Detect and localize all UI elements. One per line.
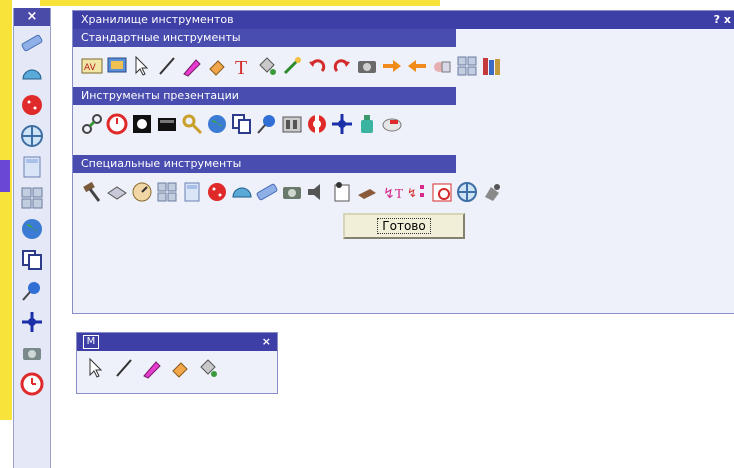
section-standard-header: Стандартные инструменты bbox=[73, 29, 456, 47]
ruler-icon[interactable] bbox=[19, 30, 45, 56]
special-tools-row: ↯T ↯ bbox=[73, 173, 734, 211]
globe-icon[interactable] bbox=[206, 113, 228, 135]
grid-icon[interactable] bbox=[156, 181, 178, 203]
eraser-icon[interactable] bbox=[169, 357, 191, 379]
camera-icon[interactable] bbox=[281, 181, 303, 203]
text-style-icon[interactable]: AV bbox=[81, 55, 103, 77]
link-icon[interactable] bbox=[81, 113, 103, 135]
eraser-pad-icon[interactable] bbox=[106, 181, 128, 203]
side-toolbar: × bbox=[13, 8, 51, 468]
pages-icon[interactable] bbox=[231, 113, 253, 135]
calculator-icon[interactable] bbox=[181, 181, 203, 203]
grid-icon[interactable] bbox=[456, 55, 478, 77]
eraser-icon[interactable] bbox=[206, 55, 228, 77]
dice-icon[interactable] bbox=[206, 181, 228, 203]
pages-icon[interactable] bbox=[19, 247, 45, 273]
pen-icon[interactable] bbox=[156, 55, 178, 77]
mini-toolbar-titlebar: M × bbox=[77, 333, 277, 351]
window-title: Хранилище инструментов bbox=[81, 13, 234, 26]
select-arrow-icon[interactable] bbox=[85, 357, 107, 379]
mini-toolbar-label[interactable]: M bbox=[83, 335, 99, 349]
mini-toolbar-close-button[interactable]: × bbox=[262, 333, 271, 351]
highlighter-icon[interactable] bbox=[181, 55, 203, 77]
svg-text:↯T: ↯T bbox=[383, 187, 403, 202]
dial-icon[interactable] bbox=[131, 181, 153, 203]
hammer-icon[interactable] bbox=[81, 181, 103, 203]
lifebuoy-icon[interactable] bbox=[306, 113, 328, 135]
compass-icon[interactable] bbox=[456, 181, 478, 203]
note-icon[interactable] bbox=[331, 181, 353, 203]
fill-bucket-icon[interactable] bbox=[197, 357, 219, 379]
arrow-left-icon[interactable] bbox=[406, 55, 428, 77]
grid-icon[interactable] bbox=[19, 185, 45, 211]
select-arrow-icon[interactable] bbox=[131, 55, 153, 77]
left-accent-strip bbox=[0, 0, 12, 420]
text-effect-icon[interactable]: ↯T bbox=[381, 181, 403, 203]
clock-icon[interactable] bbox=[19, 371, 45, 397]
screen-shade-icon[interactable] bbox=[156, 113, 178, 135]
recorder-icon[interactable] bbox=[281, 113, 303, 135]
standard-tools-row: AV T bbox=[73, 47, 734, 85]
purple-accent bbox=[0, 160, 10, 192]
spotlight-icon[interactable] bbox=[131, 113, 153, 135]
fill-bucket-icon[interactable] bbox=[256, 55, 278, 77]
compass-icon[interactable] bbox=[19, 123, 45, 149]
globe-icon[interactable] bbox=[19, 216, 45, 242]
pen-icon[interactable] bbox=[113, 357, 135, 379]
top-accent-strip bbox=[0, 0, 734, 8]
text-tool-icon[interactable]: T bbox=[231, 55, 253, 77]
pushpin-icon[interactable] bbox=[256, 113, 278, 135]
section-presentation-header: Инструменты презентации bbox=[73, 87, 456, 105]
svg-text:T: T bbox=[235, 57, 247, 77]
done-wrapper: Готово bbox=[73, 213, 734, 239]
transition-icon[interactable]: ↯ bbox=[406, 181, 428, 203]
arrow-right-icon[interactable] bbox=[381, 55, 403, 77]
mini-toolbar: M × bbox=[76, 332, 278, 394]
hand-icon[interactable] bbox=[356, 181, 378, 203]
eyedropper-icon[interactable] bbox=[281, 55, 303, 77]
highlighter-icon[interactable] bbox=[141, 357, 163, 379]
done-button-label: Готово bbox=[377, 218, 431, 234]
svg-text:AV: AV bbox=[84, 63, 97, 73]
books-icon[interactable] bbox=[481, 55, 503, 77]
dice-icon[interactable] bbox=[19, 92, 45, 118]
window-close-button[interactable]: x bbox=[724, 13, 731, 26]
camera-icon[interactable] bbox=[356, 55, 378, 77]
tool-storage-window: Хранилище инструментов ? x Стандартные и… bbox=[72, 10, 734, 314]
pushpin-icon[interactable] bbox=[19, 278, 45, 304]
done-button[interactable]: Готово bbox=[343, 213, 465, 239]
calendar-clock-icon[interactable] bbox=[431, 181, 453, 203]
redo-icon[interactable] bbox=[331, 55, 353, 77]
side-toolbar-close-button[interactable]: × bbox=[14, 8, 50, 26]
calculator-icon[interactable] bbox=[19, 154, 45, 180]
undo-icon[interactable] bbox=[306, 55, 328, 77]
presentation-tools-row bbox=[73, 105, 734, 143]
speaker-icon[interactable] bbox=[306, 181, 328, 203]
protractor-icon[interactable] bbox=[19, 61, 45, 87]
magnifier-icon[interactable] bbox=[181, 113, 203, 135]
svg-text:↯: ↯ bbox=[407, 186, 417, 200]
clock-icon[interactable] bbox=[106, 113, 128, 135]
bottle-icon[interactable] bbox=[356, 113, 378, 135]
help-button[interactable]: ? bbox=[714, 13, 720, 26]
camera-icon[interactable] bbox=[19, 340, 45, 366]
crosshair-icon[interactable] bbox=[331, 113, 353, 135]
protractor-icon[interactable] bbox=[231, 181, 253, 203]
section-special-header: Специальные инструменты bbox=[73, 155, 456, 173]
screen-capture-icon[interactable] bbox=[106, 55, 128, 77]
shapes-icon[interactable] bbox=[431, 55, 453, 77]
ruler-icon[interactable] bbox=[256, 181, 278, 203]
mouse-icon[interactable] bbox=[381, 113, 403, 135]
window-titlebar: Хранилище инструментов ? x bbox=[73, 11, 734, 29]
spotlight-icon[interactable] bbox=[19, 309, 45, 335]
stamp-icon[interactable] bbox=[481, 181, 503, 203]
